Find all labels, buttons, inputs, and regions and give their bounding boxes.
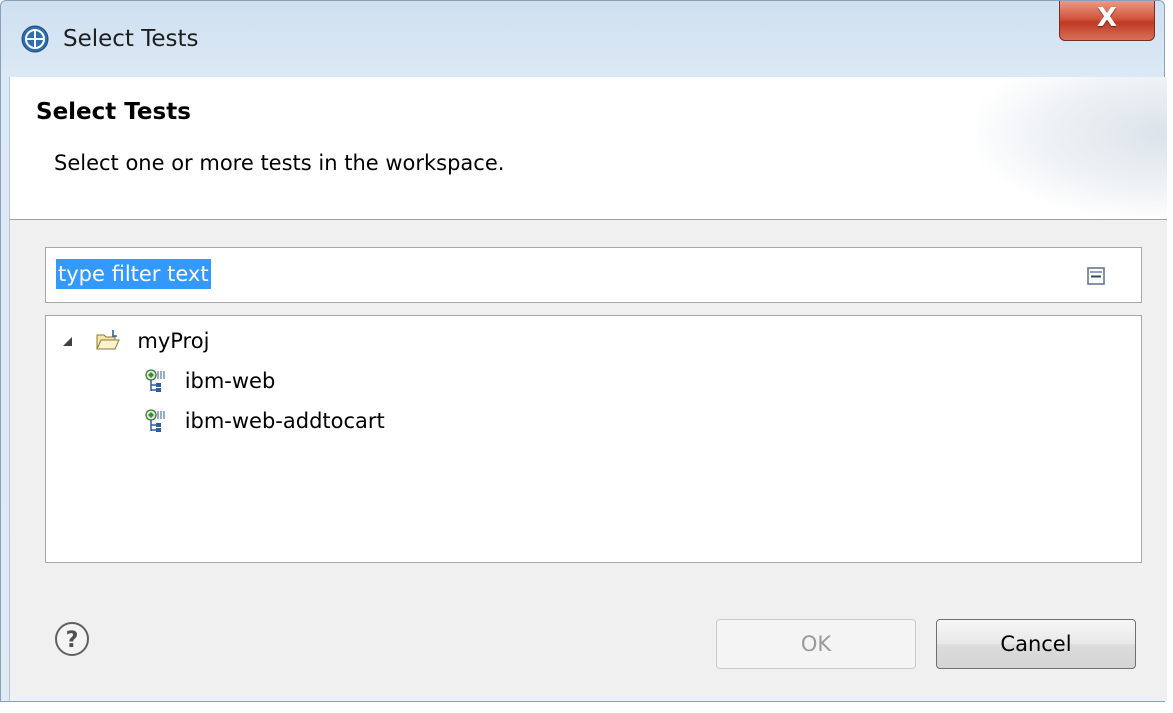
collapse-all-icon[interactable] xyxy=(1087,267,1105,285)
tree-item-test[interactable]: ibm-web xyxy=(142,362,275,398)
close-button[interactable]: X xyxy=(1059,1,1155,41)
app-icon xyxy=(21,25,49,53)
open-folder-icon xyxy=(95,330,120,350)
filter-input-text[interactable]: type filter text xyxy=(56,259,211,289)
tree-item-test[interactable]: ibm-web-addtocart xyxy=(142,402,385,438)
tree-item-label: myProj xyxy=(137,329,210,353)
test-schedule-icon xyxy=(145,409,165,432)
tree-item-label: ibm-web xyxy=(184,369,276,393)
dialog-header: Select Tests Select one or more tests in… xyxy=(10,77,1167,220)
window-title: Select Tests xyxy=(63,26,199,52)
select-tests-dialog: Select Tests X Select Tests Select one o… xyxy=(0,0,1167,702)
ok-button[interactable]: OK xyxy=(716,619,916,669)
page-description: Select one or more tests in the workspac… xyxy=(54,151,505,175)
page-title: Select Tests xyxy=(36,99,191,125)
test-tree[interactable]: myProj ibm-web ibm-web-addtocart xyxy=(45,315,1142,563)
expanded-triangle-icon[interactable] xyxy=(60,334,74,348)
test-schedule-icon xyxy=(145,369,165,392)
tree-item-label: ibm-web-addtocart xyxy=(184,409,385,433)
close-icon: X xyxy=(1096,3,1118,33)
dialog-content: Select Tests Select one or more tests in… xyxy=(9,77,1167,701)
tree-item-project[interactable]: myProj xyxy=(60,322,209,358)
header-banner-decoration xyxy=(977,77,1167,218)
title-bar[interactable]: Select Tests X xyxy=(1,1,1164,77)
cancel-button[interactable]: Cancel xyxy=(936,619,1136,669)
filter-input[interactable]: type filter text xyxy=(45,247,1142,303)
help-icon[interactable]: ? xyxy=(54,621,90,657)
svg-text:?: ? xyxy=(66,628,79,653)
